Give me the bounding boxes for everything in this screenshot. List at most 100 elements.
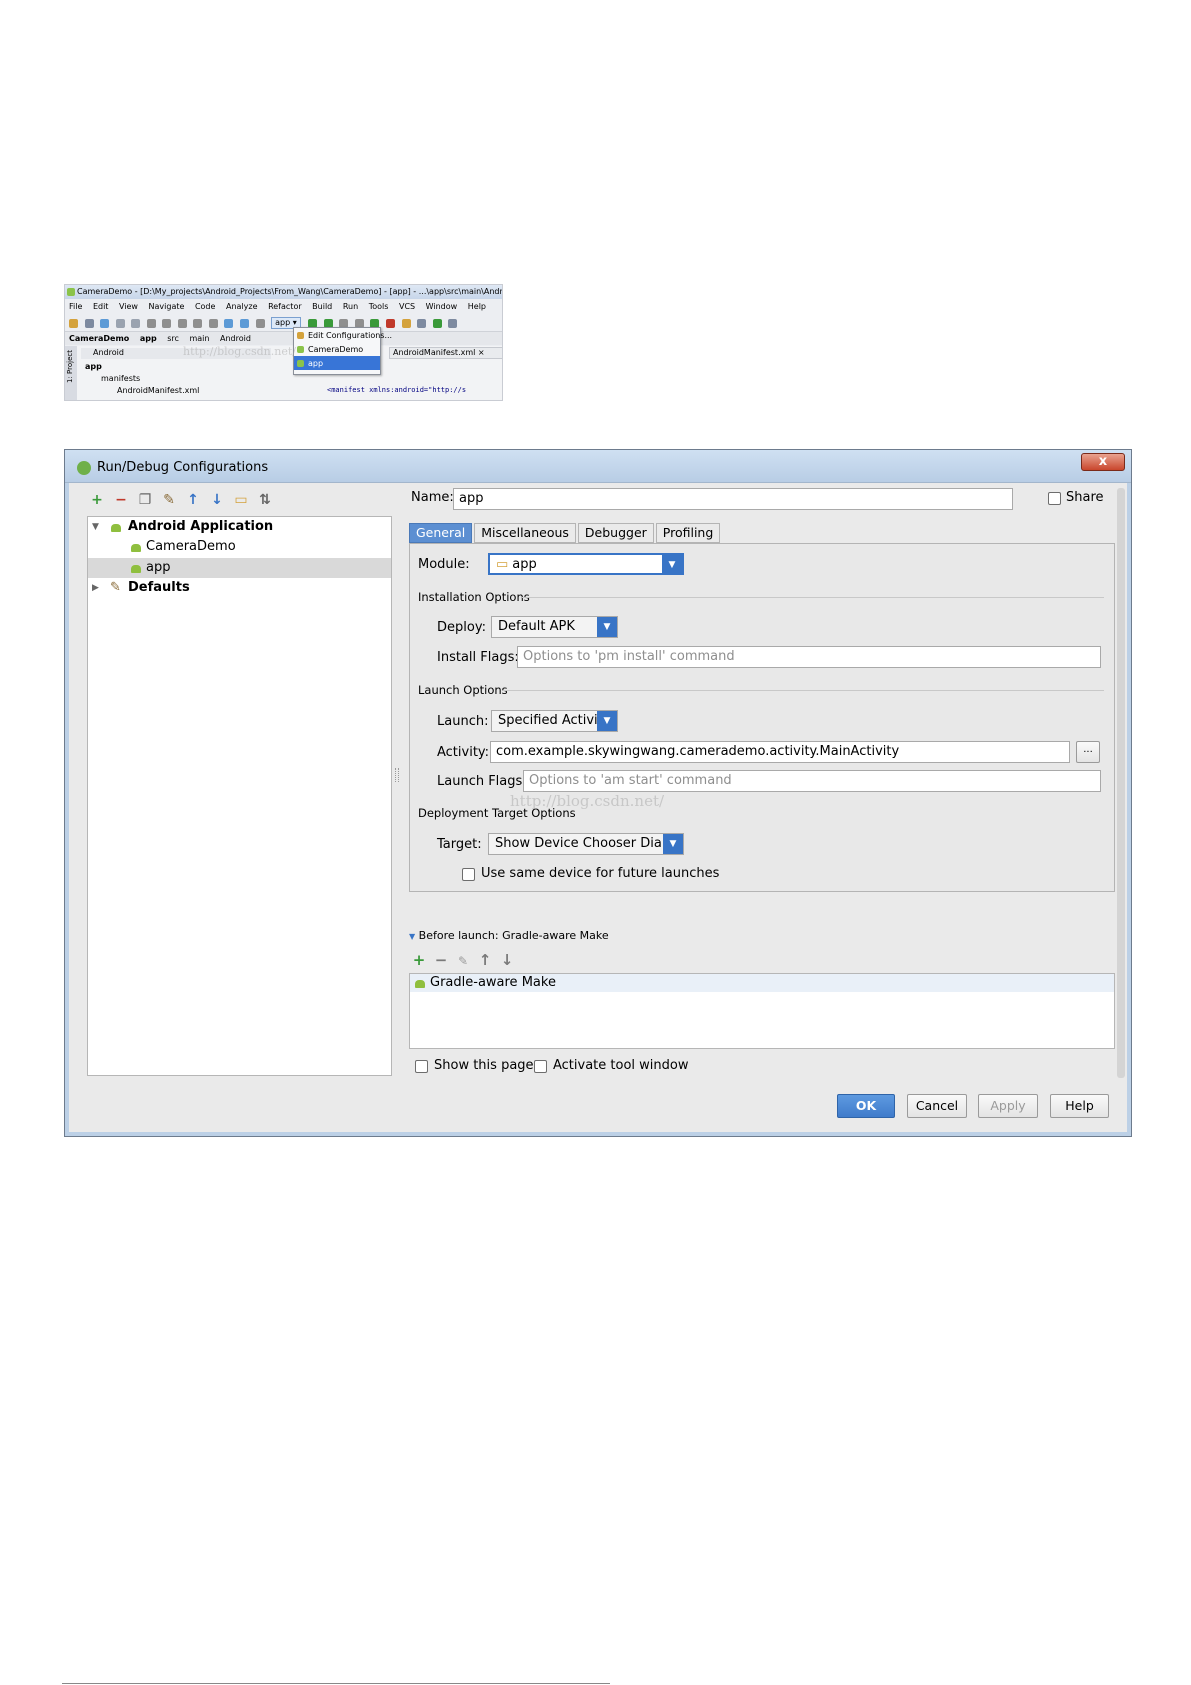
- wrench-icon[interactable]: ✎: [161, 492, 177, 508]
- config-tree: ▼ Android Application CameraDemo app ▶ ✎…: [87, 516, 392, 1076]
- share-label: Share: [1066, 490, 1104, 505]
- help-button[interactable]: Help: [1050, 1094, 1109, 1118]
- editor-tab-manifest[interactable]: AndroidManifest.xml ×: [389, 347, 502, 359]
- add-task-icon[interactable]: +: [411, 952, 427, 968]
- arrow-up-icon[interactable]: ↑: [185, 492, 201, 508]
- sdk-manager-icon[interactable]: [432, 318, 442, 328]
- find-icon[interactable]: [193, 318, 203, 328]
- stop-icon[interactable]: [386, 318, 396, 328]
- settings-icon[interactable]: [401, 318, 411, 328]
- same-device-checkbox[interactable]: [462, 868, 475, 881]
- name-input[interactable]: app: [453, 488, 1013, 510]
- browse-activity-button[interactable]: ...: [1076, 741, 1100, 763]
- show-page-checkbox[interactable]: [415, 1060, 428, 1073]
- tree-android-manifest[interactable]: AndroidManifest.xml: [117, 386, 199, 395]
- breadcrumb-src[interactable]: src: [167, 334, 179, 343]
- menu-file[interactable]: File: [69, 302, 82, 311]
- make-icon[interactable]: [255, 318, 265, 328]
- deploy-select[interactable]: Default APK ▼: [491, 616, 618, 638]
- tree-manifests[interactable]: manifests: [101, 374, 140, 383]
- apply-button[interactable]: Apply: [978, 1094, 1038, 1118]
- tree-camerademo[interactable]: CameraDemo: [88, 537, 391, 557]
- target-select[interactable]: Show Device Chooser Dialog ▼: [488, 833, 684, 855]
- cancel-button[interactable]: Cancel: [907, 1094, 967, 1118]
- edit-task-icon[interactable]: ✎: [455, 953, 471, 969]
- menu-refactor[interactable]: Refactor: [268, 302, 302, 311]
- open-folder-icon[interactable]: [69, 318, 78, 328]
- tree-defaults[interactable]: ▶ ✎ Defaults: [88, 578, 391, 598]
- forward-icon[interactable]: [240, 318, 250, 328]
- remove-icon[interactable]: −: [113, 492, 129, 508]
- android-studio-icon: [77, 461, 91, 475]
- menu-analyze[interactable]: Analyze: [226, 302, 258, 311]
- expand-triangle-icon[interactable]: ▼: [92, 517, 99, 537]
- dropdown-camerademo[interactable]: CameraDemo: [294, 342, 380, 356]
- install-flags-input[interactable]: Options to 'pm install' command: [517, 646, 1101, 668]
- remove-task-icon[interactable]: −: [433, 952, 449, 968]
- copy-icon[interactable]: [162, 318, 172, 328]
- activity-input[interactable]: com.example.skywingwang.camerademo.activ…: [490, 741, 1070, 763]
- menu-tools[interactable]: Tools: [369, 302, 389, 311]
- menu-code[interactable]: Code: [195, 302, 215, 311]
- breadcrumb-camerademo[interactable]: CameraDemo: [69, 334, 129, 343]
- sync-icon[interactable]: [100, 318, 110, 328]
- breadcrumb-app[interactable]: app: [140, 334, 157, 343]
- copy-icon[interactable]: ❐: [137, 492, 153, 508]
- splitter-handle[interactable]: [395, 768, 399, 782]
- cut-icon[interactable]: [146, 318, 156, 328]
- menu-window[interactable]: Window: [426, 302, 458, 311]
- structure-icon[interactable]: [417, 318, 427, 328]
- tree-app[interactable]: app: [85, 362, 102, 371]
- sort-icon[interactable]: ⇅: [257, 492, 273, 508]
- tree-app[interactable]: app: [88, 558, 391, 578]
- move-up-icon[interactable]: ↑: [477, 952, 493, 968]
- menu-build[interactable]: Build: [312, 302, 332, 311]
- redo-icon[interactable]: [131, 318, 141, 328]
- menu-edit[interactable]: Edit: [93, 302, 109, 311]
- launch-value: Specified Activity: [498, 713, 611, 728]
- before-launch-toggle[interactable]: ▼ Before launch: Gradle-aware Make: [409, 929, 609, 942]
- menu-run[interactable]: Run: [343, 302, 358, 311]
- tab-debugger[interactable]: Debugger: [577, 523, 654, 543]
- paste-icon[interactable]: [177, 318, 187, 328]
- ok-button[interactable]: OK: [837, 1094, 895, 1118]
- move-down-icon[interactable]: ↓: [499, 952, 515, 968]
- dialog-title-bar: Run/Debug Configurations x: [65, 450, 1131, 483]
- breadcrumb-main[interactable]: main: [189, 334, 209, 343]
- project-tool-strip[interactable]: 1: Project: [65, 346, 77, 400]
- close-icon: x: [1098, 454, 1108, 469]
- save-icon[interactable]: [84, 318, 94, 328]
- avd-manager-icon[interactable]: [448, 318, 458, 328]
- close-tab-icon[interactable]: ×: [478, 348, 485, 357]
- launch-select[interactable]: Specified Activity ▼: [491, 710, 618, 732]
- undo-icon[interactable]: [115, 318, 125, 328]
- menu-help[interactable]: Help: [468, 302, 486, 311]
- module-select[interactable]: ▭ app ▼: [488, 553, 684, 575]
- dropdown-edit-configurations[interactable]: Edit Configurations...: [294, 328, 392, 342]
- vertical-scrollbar[interactable]: [1117, 488, 1125, 1078]
- folder-icon[interactable]: ▭: [233, 492, 249, 508]
- dropdown-app[interactable]: app: [294, 356, 380, 370]
- tab-profiling[interactable]: Profiling: [655, 523, 721, 543]
- close-button[interactable]: x: [1081, 453, 1125, 471]
- collapse-triangle-icon[interactable]: ▶: [92, 578, 99, 598]
- replace-icon[interactable]: [208, 318, 218, 328]
- back-icon[interactable]: [224, 318, 234, 328]
- list-item[interactable]: Gradle-aware Make: [410, 974, 1114, 992]
- module-folder-icon: ▭: [496, 557, 509, 572]
- tab-miscellaneous[interactable]: Miscellaneous: [474, 523, 576, 543]
- breadcrumb-android[interactable]: Android: [220, 334, 251, 343]
- menu-navigate[interactable]: Navigate: [149, 302, 185, 311]
- share-checkbox[interactable]: [1048, 492, 1061, 505]
- arrow-down-icon[interactable]: ↓: [209, 492, 225, 508]
- activate-tool-label: Activate tool window: [553, 1058, 689, 1073]
- dropdown-edit-configurations-label: Edit Configurations...: [308, 331, 393, 340]
- tab-general[interactable]: General: [409, 523, 473, 543]
- show-page-label: Show this page: [434, 1058, 534, 1073]
- activate-tool-checkbox[interactable]: [534, 1060, 547, 1073]
- launch-flags-input[interactable]: Options to 'am start' command: [523, 770, 1101, 792]
- menu-vcs[interactable]: VCS: [399, 302, 415, 311]
- menu-view[interactable]: View: [119, 302, 138, 311]
- tree-android-application[interactable]: ▼ Android Application: [88, 517, 391, 537]
- add-icon[interactable]: +: [89, 492, 105, 508]
